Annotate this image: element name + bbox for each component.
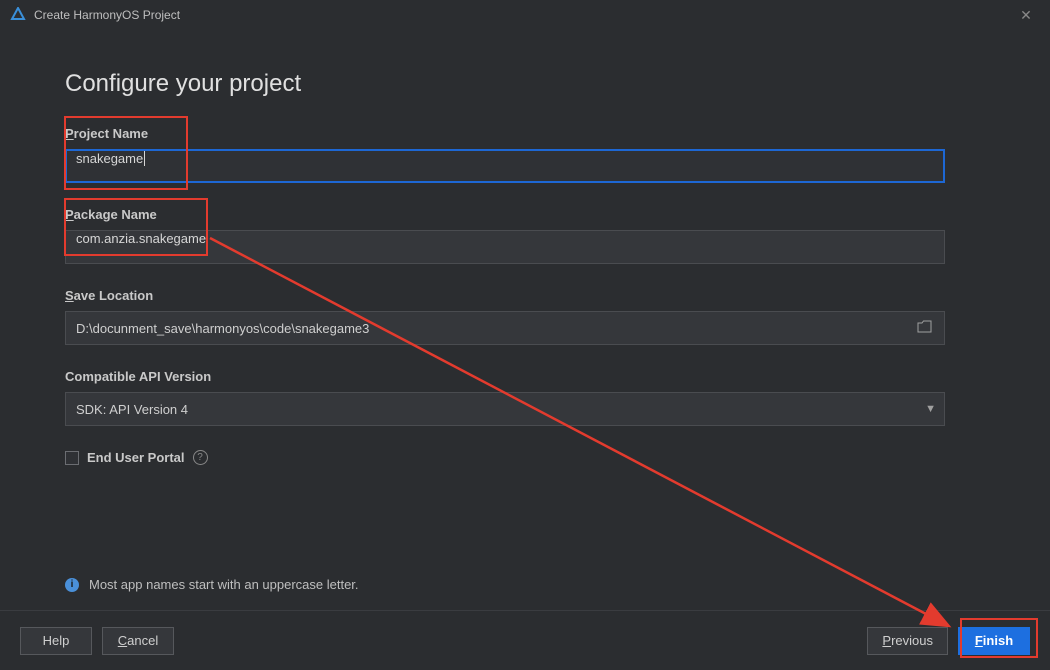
cancel-button[interactable]: Cancel xyxy=(102,627,174,655)
previous-button[interactable]: Previous xyxy=(867,627,948,655)
page-title: Configure your project xyxy=(65,70,985,98)
project-name-input[interactable]: snakegame xyxy=(65,149,945,183)
save-location-label: Save Location xyxy=(65,288,985,303)
package-name-input[interactable]: com.anzia.snakegame xyxy=(65,230,945,264)
content-area: Configure your project Project Name snak… xyxy=(0,30,1050,610)
finish-button[interactable]: Finish xyxy=(958,627,1030,655)
app-logo-icon xyxy=(10,7,26,23)
api-version-select[interactable]: SDK: API Version 4 ▼ xyxy=(65,392,945,426)
save-location-group: Save Location D:\docunment_save\harmonyo… xyxy=(65,288,985,345)
end-user-portal-checkbox[interactable] xyxy=(65,451,79,465)
api-version-group: Compatible API Version SDK: API Version … xyxy=(65,369,985,426)
info-message: Most app names start with an uppercase l… xyxy=(89,577,359,592)
window-title: Create HarmonyOS Project xyxy=(34,8,1012,22)
close-icon[interactable]: ✕ xyxy=(1012,7,1040,24)
info-icon: i xyxy=(65,578,79,592)
api-version-label: Compatible API Version xyxy=(65,369,985,384)
chevron-down-icon: ▼ xyxy=(925,403,936,415)
info-row: i Most app names start with an uppercase… xyxy=(65,577,359,592)
help-button[interactable]: Help xyxy=(20,627,92,655)
package-name-label: Package Name xyxy=(65,207,985,222)
end-user-portal-row: End User Portal ? xyxy=(65,450,985,465)
footer: Help Cancel Previous Finish xyxy=(0,610,1050,670)
help-icon[interactable]: ? xyxy=(193,450,208,465)
project-name-group: Project Name snakegame xyxy=(65,126,985,183)
save-location-input[interactable]: D:\docunment_save\harmonyos\code\snakega… xyxy=(65,311,945,345)
text-caret xyxy=(144,151,145,166)
folder-icon[interactable] xyxy=(913,318,936,338)
end-user-portal-label: End User Portal xyxy=(87,450,185,465)
titlebar: Create HarmonyOS Project ✕ xyxy=(0,0,1050,30)
project-name-label: Project Name xyxy=(65,126,985,141)
package-name-group: Package Name com.anzia.snakegame xyxy=(65,207,985,264)
